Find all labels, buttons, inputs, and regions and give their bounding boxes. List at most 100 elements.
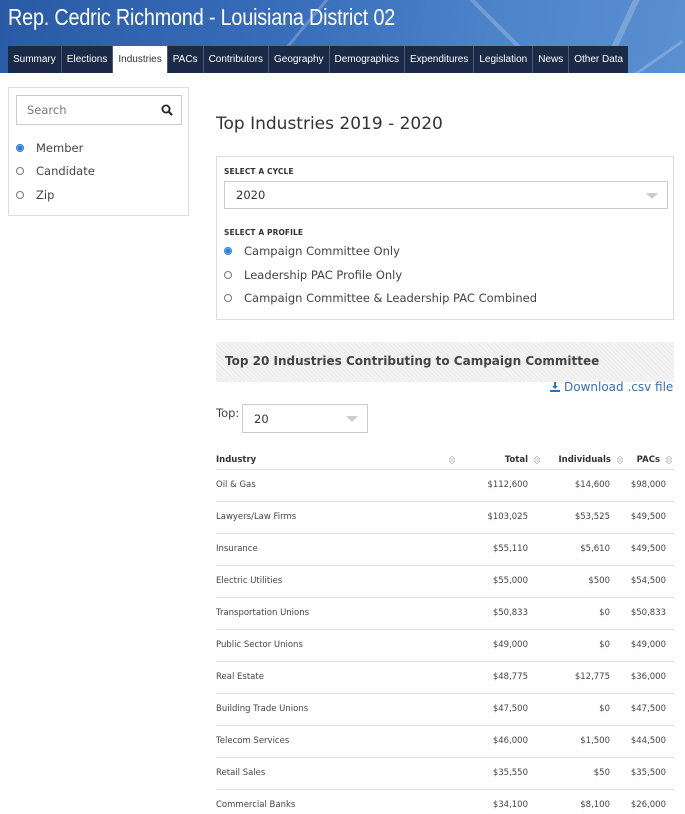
search-icon[interactable] bbox=[161, 104, 173, 116]
cell-individuals: $53,525 bbox=[540, 501, 623, 534]
cell-industry-value: Electric Utilities bbox=[216, 576, 283, 586]
cell-pacs-value: $49,500 bbox=[630, 512, 666, 522]
table-row: Building Trade Unions $47,500 $0 $47,500 bbox=[216, 693, 674, 726]
cell-total-value: $103,025 bbox=[487, 512, 528, 522]
cell-pacs-value: $98,000 bbox=[630, 480, 666, 490]
table-row: Insurance $55,110 $5,610 $49,500 bbox=[216, 533, 674, 566]
radio-zip[interactable]: Zip bbox=[16, 188, 54, 202]
cell-total-value: $48,775 bbox=[492, 672, 528, 682]
cell-pacs: $49,500 bbox=[623, 501, 674, 534]
cell-individuals-value: $500 bbox=[588, 576, 610, 586]
column-label: Individuals bbox=[558, 455, 611, 466]
tab-news[interactable]: News bbox=[533, 46, 570, 73]
sort-icon[interactable] bbox=[449, 456, 455, 465]
column-header-pacs[interactable]: PACs bbox=[623, 452, 674, 470]
table-body: Oil & Gas $112,600 $14,600 $98,000 Lawyers/L… bbox=[216, 469, 674, 814]
cell-individuals: $0 bbox=[540, 693, 623, 726]
cell-industry: Insurance bbox=[216, 533, 459, 566]
section-heading: Top Industries 2019 - 2020 bbox=[216, 114, 443, 134]
cell-individuals-value: $50 bbox=[593, 768, 610, 778]
radio-label: Candidate bbox=[36, 164, 95, 178]
radio-label: Leadership PAC Profile Only bbox=[244, 268, 403, 282]
cell-pacs: $49,500 bbox=[623, 533, 674, 566]
radio-member[interactable]: Member bbox=[16, 141, 83, 155]
table-row: Transportation Unions $50,833 $0 $50,833 bbox=[216, 597, 674, 630]
cell-individuals-value: $14,600 bbox=[574, 480, 610, 490]
table-row: Real Estate $48,775 $12,775 $36,000 bbox=[216, 661, 674, 694]
cell-individuals: $14,600 bbox=[540, 469, 623, 502]
table-row: Retail Sales $35,550 $50 $35,500 bbox=[216, 757, 674, 790]
search-input[interactable]: Search bbox=[16, 95, 182, 125]
radio-button[interactable] bbox=[224, 294, 232, 302]
cell-pacs-value: $49,000 bbox=[630, 640, 666, 650]
cell-industry: Lawyers/Law Firms bbox=[216, 501, 459, 534]
cell-individuals: $0 bbox=[540, 597, 623, 630]
column-header-industry[interactable]: Industry bbox=[216, 452, 459, 470]
profile-label: SELECT A PROFILE bbox=[224, 228, 304, 237]
radio-label: Zip bbox=[36, 188, 55, 202]
page-title: Rep. Cedric Richmond - Louisiana Distric… bbox=[8, 4, 396, 30]
radio-button-checked[interactable] bbox=[224, 247, 232, 255]
cell-total: $47,500 bbox=[459, 693, 540, 726]
tab-summary[interactable]: Summary bbox=[8, 46, 62, 73]
column-header-total[interactable]: Total bbox=[459, 452, 540, 470]
tab-demographics[interactable]: Demographics bbox=[329, 46, 405, 73]
cycle-label: SELECT A CYCLE bbox=[224, 167, 294, 176]
tab-industries[interactable]: Industries bbox=[113, 46, 168, 73]
radio-candidate[interactable]: Candidate bbox=[16, 164, 95, 178]
cell-individuals-value: $0 bbox=[599, 640, 610, 650]
cell-pacs-value: $36,000 bbox=[630, 672, 666, 682]
search-placeholder: Search bbox=[27, 103, 67, 117]
table-row: Electric Utilities $55,000 $500 $54,500 bbox=[216, 565, 674, 598]
cell-pacs-value: $44,500 bbox=[630, 736, 666, 746]
tab-other-data[interactable]: Other Data bbox=[569, 46, 629, 73]
tab-expenditures[interactable]: Expenditures bbox=[405, 46, 475, 73]
cell-total-value: $35,550 bbox=[492, 768, 528, 778]
tab-legislation[interactable]: Legislation bbox=[474, 46, 534, 73]
cell-pacs: $35,500 bbox=[623, 757, 674, 790]
radio-button[interactable] bbox=[16, 167, 24, 175]
cell-individuals: $12,775 bbox=[540, 661, 623, 694]
cell-industry-value: Lawyers/Law Firms bbox=[216, 512, 297, 522]
download-csv-link[interactable]: Download .csv file bbox=[550, 380, 673, 394]
cell-pacs: $26,000 bbox=[623, 789, 674, 814]
radio-campaign-committee[interactable]: Campaign Committee Only bbox=[224, 244, 400, 258]
cell-individuals: $1,500 bbox=[540, 725, 623, 758]
cell-individuals: $0 bbox=[540, 629, 623, 662]
cell-total: $46,000 bbox=[459, 725, 540, 758]
tab-bar: Summary Elections Industries PACs Contri… bbox=[8, 46, 629, 73]
radio-button[interactable] bbox=[224, 271, 232, 279]
cell-industry-value: Public Sector Unions bbox=[216, 640, 303, 650]
cell-pacs-value: $49,500 bbox=[630, 544, 666, 554]
cycle-select[interactable]: 2020 bbox=[224, 181, 668, 209]
tab-elections[interactable]: Elections bbox=[61, 46, 114, 73]
radio-button[interactable] bbox=[16, 191, 24, 199]
radio-button-checked[interactable] bbox=[16, 144, 24, 152]
cell-total: $103,025 bbox=[459, 501, 540, 534]
column-label: Industry bbox=[216, 455, 257, 466]
cell-industry: Commercial Banks bbox=[216, 789, 459, 814]
tab-contributors[interactable]: Contributors bbox=[203, 46, 270, 73]
cell-individuals-value: $0 bbox=[599, 704, 610, 714]
cell-pacs: $49,000 bbox=[623, 629, 674, 662]
column-header-individuals[interactable]: Individuals bbox=[540, 452, 623, 470]
cell-total-value: $112,600 bbox=[487, 480, 528, 490]
tab-geography[interactable]: Geography bbox=[269, 46, 330, 73]
tab-pacs[interactable]: PACs bbox=[167, 46, 204, 73]
radio-combined[interactable]: Campaign Committee & Leadership PAC Comb… bbox=[224, 291, 537, 305]
cell-individuals-value: $8,100 bbox=[580, 800, 610, 810]
cell-industry: Telecom Services bbox=[216, 725, 459, 758]
radio-leadership-pac[interactable]: Leadership PAC Profile Only bbox=[224, 268, 402, 282]
page-header: Rep. Cedric Richmond - Louisiana Distric… bbox=[0, 0, 685, 73]
cell-total-value: $47,500 bbox=[492, 704, 528, 714]
cell-pacs: $98,000 bbox=[623, 469, 674, 502]
cycle-value: 2020 bbox=[236, 188, 266, 202]
sort-icon[interactable] bbox=[666, 456, 672, 465]
column-label: Total bbox=[504, 455, 528, 466]
cell-total-value: $55,000 bbox=[492, 576, 528, 586]
top-count-select[interactable]: 20 bbox=[242, 404, 368, 433]
cell-industry-value: Telecom Services bbox=[216, 736, 290, 746]
cell-total: $34,100 bbox=[459, 789, 540, 814]
cell-pacs-value: $47,500 bbox=[630, 704, 666, 714]
industries-table: Industry Total Individuals PACs Oil & Ga… bbox=[216, 452, 674, 814]
